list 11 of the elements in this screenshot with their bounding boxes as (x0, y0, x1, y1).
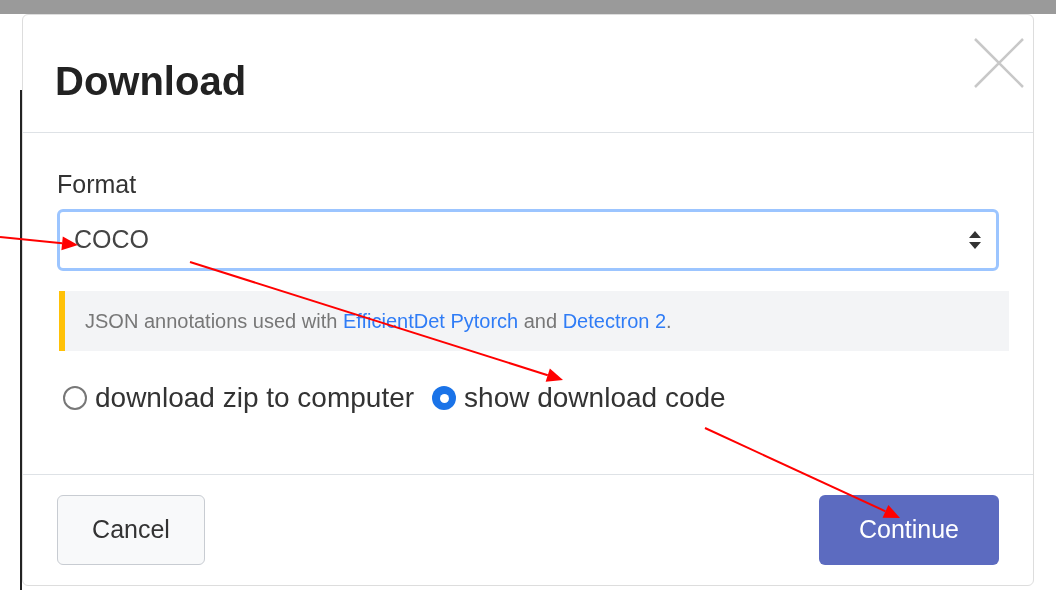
radio-button[interactable] (63, 386, 87, 410)
radio-label: show download code (464, 381, 726, 415)
radio-label: download zip to computer (95, 381, 415, 415)
continue-button[interactable]: Continue (819, 495, 999, 565)
sort-caret-icon (968, 230, 982, 250)
doc-link[interactable]: Detectron 2 (562, 310, 667, 332)
cancel-button[interactable]: Cancel (57, 495, 205, 565)
format-select[interactable]: COCO (57, 209, 999, 271)
radio-button[interactable] (432, 386, 457, 410)
format-label: Format (57, 169, 138, 199)
dialog-title: Download (55, 58, 247, 105)
